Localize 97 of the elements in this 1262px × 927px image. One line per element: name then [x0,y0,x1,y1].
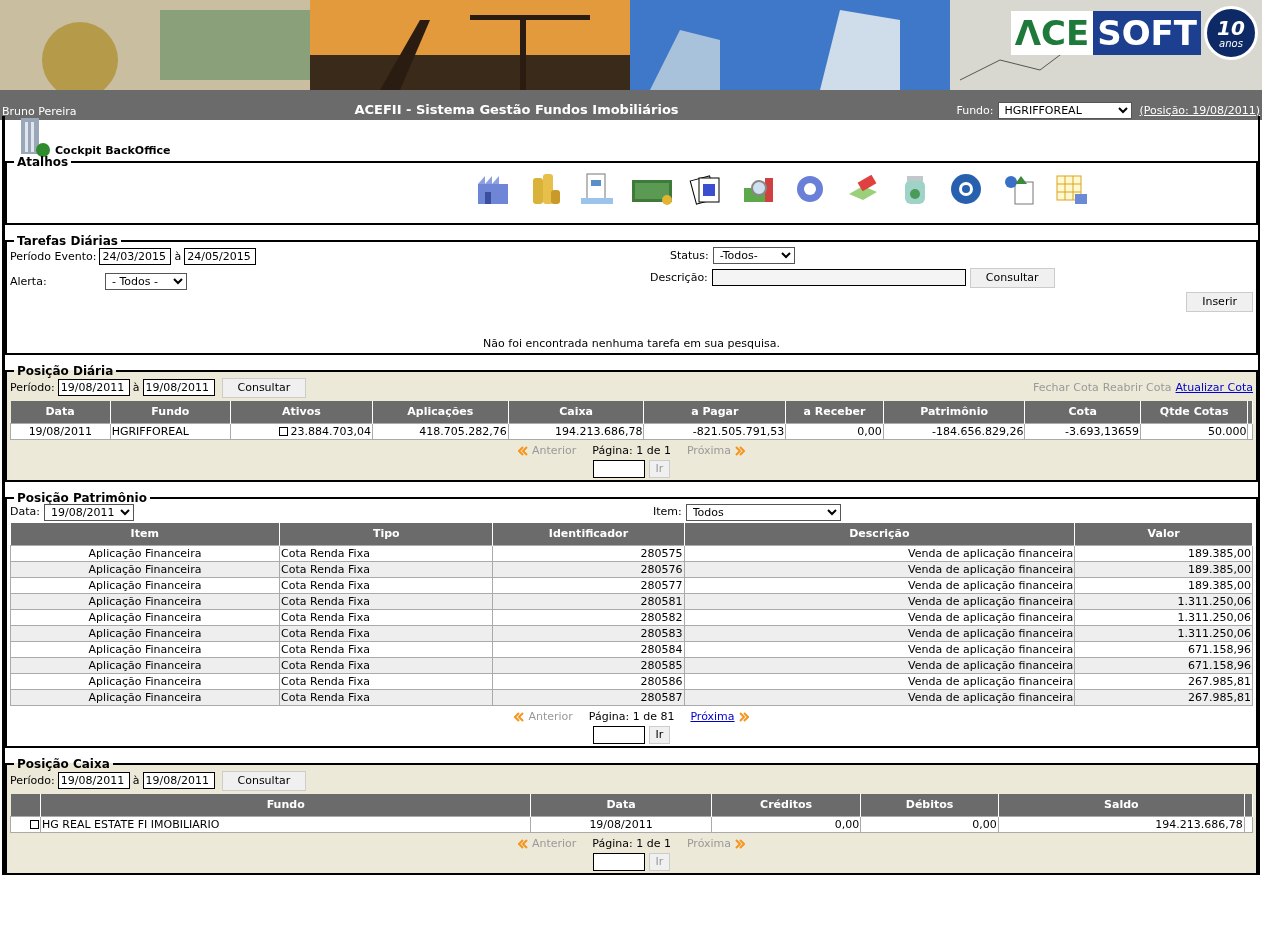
insert-button[interactable]: Inserir [1186,291,1253,312]
page-field[interactable] [592,853,645,871]
section-title: Posição Patrimônio [16,491,148,504]
field-label: Alerta: [10,274,48,289]
column-header: Valor [1074,522,1253,546]
alert-select[interactable]: - Todos - [105,273,187,290]
double-left-chevron-icon [517,839,528,850]
table-cell: HG REAL ESTATE FI IMOBILIARIO [40,816,531,833]
field-label: Período Evento: [10,249,97,264]
description-field[interactable] [711,269,966,287]
page-indicator: Página: 1 de 81 [588,710,675,724]
field-label: Status: [670,248,709,263]
double-right-chevron-icon [738,712,749,723]
action-link[interactable]: Atualizar Cota [1175,380,1253,395]
column-header: a Pagar [644,400,786,424]
date-field[interactable]: 24/05/2015 [184,248,257,265]
search-button[interactable]: Consultar [221,771,307,791]
column-header: Data [10,400,111,424]
table-cell: 194.213.686,78 [998,816,1245,833]
date-field[interactable]: 19/08/2011 [142,379,215,397]
expand-icon[interactable] [279,427,289,437]
table-cell: 19/08/2011 [530,816,712,833]
fund-select[interactable]: HGRIFFOREAL [997,102,1132,119]
separator-text: à [174,249,182,264]
table-cell: 418.705.282,76 [372,423,509,440]
go-button[interactable]: Ir [648,726,671,744]
column-header: Cota [1024,400,1141,424]
field-label: Descrição: [650,271,708,285]
column-header: Saldo [998,793,1245,817]
user-name: Bruno Pereira [2,105,77,119]
field-label: Item: [653,505,682,520]
column-header: Fundo [40,793,531,817]
table-cell: 50.000 [1140,423,1248,440]
page-title: Cockpit BackOffice [55,144,173,158]
logo: ΛCE SOFT 10 anos [1010,6,1258,60]
table-cell: HGRIFFOREAL [110,423,231,440]
table-cell: 19/08/2011 [10,423,111,440]
column-header: Aplicações [372,400,509,424]
page-field[interactable] [592,459,645,478]
column-header: Identificador [492,522,684,546]
date-select[interactable]: 19/08/2011 [44,503,134,521]
table-cell: Aplicação Financeira [10,545,280,562]
field-label: Data: [10,505,40,520]
page-indicator: Página: 1 de 1 [592,444,671,458]
double-left-chevron-icon [517,445,528,456]
column-header: Descrição [684,522,1075,546]
separator-text: à [132,774,140,788]
next-link[interactable]: Próxima [690,710,735,724]
date-field[interactable]: 24/03/2015 [99,248,172,265]
app-title: ACEFII - Sistema Gestão Fundos Imobiliários [353,101,680,119]
table-cell: 0,00 [711,816,861,833]
status-select[interactable]: -Todos- [712,247,795,264]
field-label: Período: [10,774,55,788]
page-indicator: Página: 1 de 1 [592,837,671,851]
empty-message: Não foi encontrada nenhuma tarefa em sua pesquisa. [483,337,780,350]
column-header: Fundo [110,400,231,424]
separator-text: à [132,380,140,395]
item-select[interactable]: Todos [685,503,841,521]
double-right-chevron-icon [735,839,746,850]
table-cell: Cota Renda Fixa [279,545,493,562]
section-title: Atalhos [16,156,69,168]
table-cell: -3.693,13659 [1024,423,1141,440]
date-field[interactable]: 19/08/2011 [57,379,130,397]
table-cell-text: 23.884.703,04 [290,424,371,438]
section-title: Posição Caixa [16,758,111,770]
table-cell: 280575 [492,545,684,562]
column-header: a Receber [785,400,884,424]
column-header: Caixa [508,400,644,424]
page-field[interactable] [592,726,645,744]
table-cell: 194.213.686,78 [508,423,644,440]
double-right-chevron-icon [735,445,746,456]
date-field[interactable]: 19/08/2011 [57,772,130,790]
column-header: Débitos [860,793,999,817]
table-cell: 0,00 [785,423,884,440]
table-cell: 189.385,00 [1074,545,1253,562]
search-button[interactable]: Consultar [969,268,1055,288]
column-header: Item [10,522,280,546]
table-cell: -821.505.791,53 [644,423,786,440]
column-header: Patrimônio [883,400,1025,424]
column-header: Tipo [279,522,493,546]
table-cell: Venda de aplicação financeira [684,545,1075,562]
column-header: Qtde Cotas [1140,400,1248,424]
document-icon[interactable] [578,172,615,206]
table-cell: 0,00 [860,816,999,833]
column-header: Ativos [230,400,373,424]
double-left-chevron-icon [514,712,525,723]
date-field[interactable]: 19/08/2011 [142,772,215,790]
field-label: Fundo: [956,103,994,118]
column-header: Data [530,793,712,817]
position-link[interactable]: (Posição: 19/08/2011) [1139,103,1260,118]
section-title: Posição Diária [16,364,115,377]
expand-icon[interactable] [30,820,39,830]
search-button[interactable]: Consultar [221,377,307,398]
column-header: Créditos [711,793,861,817]
table-cell: -184.656.829,26 [883,423,1025,440]
section-title: Tarefas Diárias [16,235,119,247]
field-label: Período: [10,380,55,395]
